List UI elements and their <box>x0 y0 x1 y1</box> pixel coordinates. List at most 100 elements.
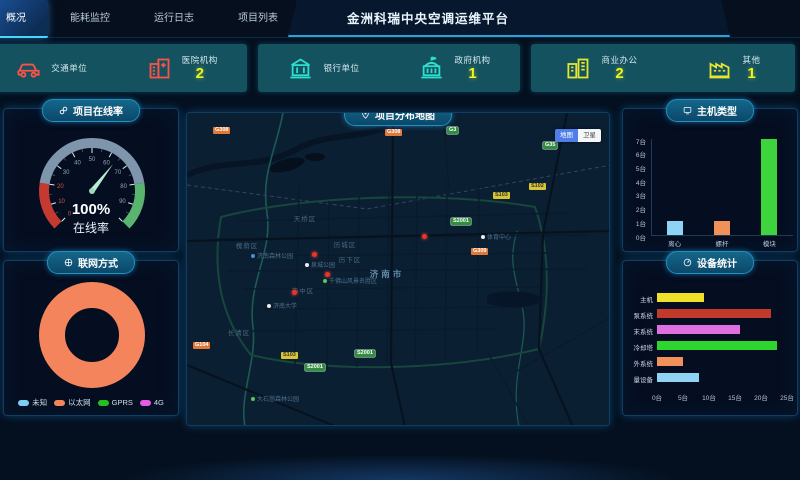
svg-text:50: 50 <box>89 157 96 163</box>
government-icon <box>418 55 445 82</box>
satellite-mode-button[interactable]: 卫星 <box>578 129 601 142</box>
district-label: 历下区 <box>339 254 362 264</box>
legend-swatch <box>54 400 65 406</box>
x-tick: 离心 <box>661 238 689 248</box>
bar-外系统 <box>657 357 683 366</box>
project-marker[interactable] <box>292 290 297 295</box>
y-tick: 5台 <box>636 163 646 173</box>
project-marker[interactable] <box>422 234 427 239</box>
bar-量设备 <box>657 373 699 382</box>
legend-swatch <box>140 400 151 406</box>
row-label-量设备: 量设备 <box>629 374 653 384</box>
x-tick: 15台 <box>725 392 745 402</box>
bar-泵系统 <box>657 309 771 318</box>
device-stats-chart: 主机泵系统末系统冷却塔外系统量设备0台5台10台15台20台25台 <box>629 289 791 411</box>
stat-factory: 其他1 <box>706 54 760 82</box>
network-title-text: 联网方式 <box>78 255 118 270</box>
bank-icon <box>287 55 314 82</box>
poi-marker: 济南森林公园 <box>251 251 293 260</box>
poi-dot <box>305 263 309 267</box>
online-rate-title-text: 项目在线率 <box>73 103 123 118</box>
network-donut-chart <box>4 277 180 393</box>
gauge-value: 100% <box>4 201 178 218</box>
stats-row: 交通单位医院机构2银行单位政府机构1商业办公2其他1 <box>0 44 800 92</box>
x-tick: 0台 <box>647 392 667 402</box>
poi-label: 济南大学 <box>273 301 297 310</box>
bar-冷却塔 <box>657 341 777 350</box>
road-badge-S2001: S2001 <box>305 364 325 371</box>
legend-swatch <box>18 400 29 406</box>
road-badge-G308: G308 <box>385 129 402 136</box>
project-marker[interactable] <box>312 252 317 257</box>
legend-label: 未知 <box>32 397 47 408</box>
host-type-panel: 主机类型 0台1台2台3台4台5台6台7台离心螺杆模块 <box>622 108 798 252</box>
poi-marker: 济南大学 <box>267 301 297 310</box>
poi-dot <box>251 254 255 258</box>
y-tick: 1台 <box>636 218 646 228</box>
legend-item-GPRS[interactable]: GPRS <box>98 397 133 408</box>
poi-label: 泉城公园 <box>311 260 335 269</box>
map-mode-button[interactable]: 地图 <box>555 129 578 142</box>
x-tick: 模块 <box>755 238 783 248</box>
link-icon <box>59 106 68 115</box>
row-label-主机: 主机 <box>629 294 653 304</box>
svg-text:60: 60 <box>103 160 110 166</box>
car-icon <box>15 55 42 82</box>
poi-label: 大石崮森林公园 <box>257 394 299 403</box>
svg-text:70: 70 <box>115 170 122 176</box>
office-icon <box>565 55 592 82</box>
poi-label: 济南森林公园 <box>257 251 293 260</box>
road-badge-G309: G309 <box>471 248 488 255</box>
road-badge-G308: G308 <box>213 127 230 134</box>
online-rate-panel: 项目在线率 0102030405060708090 100% 在线率 <box>3 108 179 252</box>
district-label: 长清区 <box>228 327 251 337</box>
map-type-toggle: 地图 卫星 <box>555 129 601 142</box>
stats-icon <box>683 258 692 267</box>
district-label: 槐荫区 <box>236 240 259 250</box>
tab-4[interactable]: 项目列表 <box>216 0 300 38</box>
x-tick: 20台 <box>751 392 771 402</box>
bar-离心 <box>667 221 683 235</box>
row-label-末系统: 末系统 <box>629 326 653 336</box>
x-tick: 10台 <box>699 392 719 402</box>
device-stats-panel-title: 设备统计 <box>666 251 754 274</box>
row-label-外系统: 外系统 <box>629 358 653 368</box>
legend-item-4G[interactable]: 4G <box>140 397 164 408</box>
map-panel: 项目分布地图 G308G308G3G35S102S103G309G104S103… <box>186 112 610 426</box>
district-label: 历城区 <box>334 239 357 249</box>
stat-office: 商业办公2 <box>565 54 637 82</box>
online-rate-panel-title: 项目在线率 <box>42 99 140 122</box>
road-badge-S2001: S2001 <box>451 218 471 225</box>
tab-1[interactable]: 概况 <box>0 0 48 38</box>
host-type-panel-title: 主机类型 <box>666 99 754 122</box>
stat-value: 1 <box>747 66 755 82</box>
tab-2[interactable]: 能耗监控 <box>48 0 132 38</box>
device-stats-title-text: 设备统计 <box>697 255 737 270</box>
bar-螺杆 <box>714 221 730 235</box>
platform-title: 金洲科瑞中央空调运维平台 <box>347 8 509 27</box>
svg-text:20: 20 <box>57 184 64 190</box>
y-tick: 6台 <box>636 149 646 159</box>
factory-icon <box>706 55 733 82</box>
legend-item-以太网[interactable]: 以太网 <box>54 397 91 408</box>
stat-label: 交通单位 <box>51 62 87 74</box>
poi-dot <box>267 304 271 308</box>
poi-marker: 千佛山风景名胜区 <box>323 276 377 285</box>
network-panel-title: 联网方式 <box>47 251 135 274</box>
antenna-icon <box>64 258 73 267</box>
legend-item-未知[interactable]: 未知 <box>18 397 47 408</box>
tab-3[interactable]: 运行日志 <box>132 0 216 38</box>
poi-dot <box>323 279 327 283</box>
network-panel: 联网方式 未知以太网GPRS4G <box>3 260 179 416</box>
x-tick: 5台 <box>673 392 693 402</box>
stat-value: 2 <box>196 66 204 82</box>
project-marker[interactable] <box>325 272 330 277</box>
gauge-caption: 在线率 <box>4 219 178 236</box>
bottom-glow-decoration <box>120 454 680 480</box>
row-label-冷却塔: 冷却塔 <box>629 342 653 352</box>
stat-bank: 银行单位 <box>287 55 359 82</box>
bar-主机 <box>657 293 704 302</box>
y-tick: 3台 <box>636 190 646 200</box>
x-tick: 25台 <box>777 392 797 402</box>
map-pin-icon <box>361 112 370 119</box>
